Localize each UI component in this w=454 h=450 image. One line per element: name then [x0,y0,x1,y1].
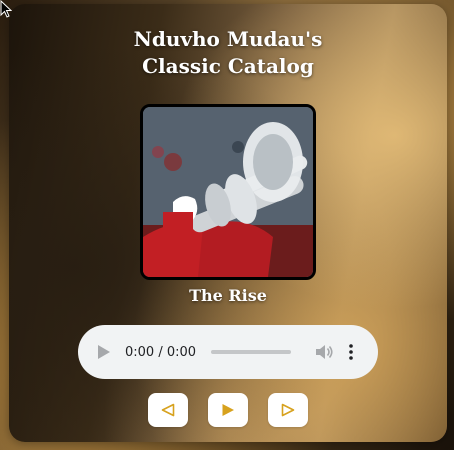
audio-time-display: 0:00 / 0:00 [125,344,197,360]
audio-seek-bar[interactable] [211,350,292,354]
track-title: The Rise [189,286,267,305]
volume-icon[interactable] [315,344,333,360]
previous-track-button[interactable] [148,393,188,427]
catalog-title-line2: Classic Catalog [142,54,314,78]
audio-play-icon[interactable] [97,344,111,360]
audio-player: 0:00 / 0:00 [78,325,378,379]
music-player-card: Nduvho Mudau's Classic Catalog The Rise … [9,4,447,442]
catalog-title-line1: Nduvho Mudau's [133,27,323,51]
play-button[interactable] [208,393,248,427]
next-triangle-icon [281,403,295,417]
album-cover-image [140,104,316,280]
more-options-icon[interactable] [349,344,353,360]
play-triangle-icon [222,404,234,416]
catalog-title: Nduvho Mudau's Classic Catalog [9,26,447,80]
next-track-button[interactable] [268,393,308,427]
prev-triangle-icon [161,403,175,417]
mouse-cursor-icon [0,0,12,18]
